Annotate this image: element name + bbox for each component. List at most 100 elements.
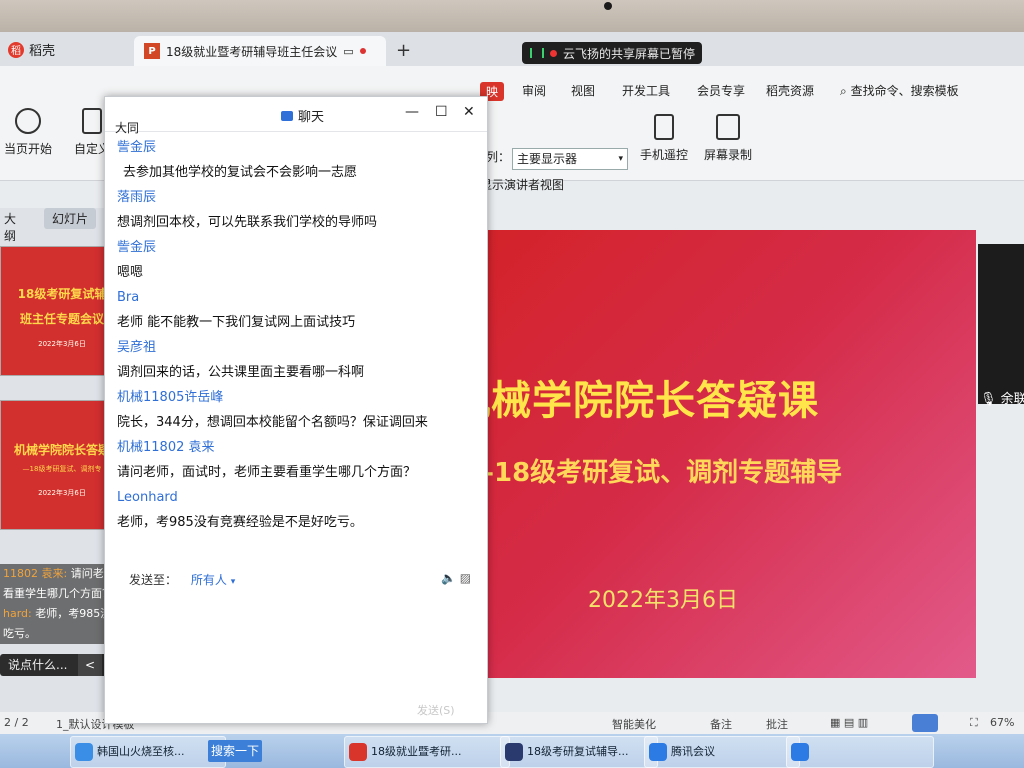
screen-share-status[interactable]: 云飞扬的共享屏幕已暂停 [522, 42, 702, 64]
taskbar: 韩国山火烧至核... 搜索一下 18级就业暨考研... 18级考研复试辅导...… [0, 734, 1024, 768]
notes-button[interactable]: 备注 [710, 716, 732, 732]
monitor-label: 列： [486, 150, 511, 164]
message-text: 院长，344分，想调回本校能留个名额吗？保证调回来 [117, 415, 428, 430]
message-text: 去参加其他学校的复试会不会影响一志愿 [123, 165, 358, 180]
play-from-current-button[interactable]: 当页开始 [4, 108, 52, 157]
slide-canvas: 机械学院院长答疑课 —18级考研复试、调剂专题辅导 2022年3月6日 [450, 230, 976, 678]
mobile-remote-button[interactable]: 手机遥控 [640, 114, 688, 163]
chat-message: 落雨辰 想调剂回本校，可以先联系我们学校的导师吗 [117, 189, 477, 233]
sender-name: 机械11805许岳峰 [117, 390, 224, 405]
recipient-select[interactable]: 所有人 ▾ [191, 573, 235, 587]
taskbar-browser[interactable]: 韩国山火烧至核... [70, 736, 226, 768]
page-indicator: 2 / 2 [4, 716, 29, 729]
tencent-meeting-icon [649, 743, 667, 761]
tab-slides[interactable]: 幻灯片 [44, 208, 97, 229]
tab-document-label: 18级就业暨考研辅导班主任会议 [166, 44, 338, 59]
send-to-row: 发送至： 所有人 ▾ [129, 571, 235, 588]
chat-tools: 🔈 ▨ [441, 571, 471, 585]
smart-beautify-button[interactable]: 智能美化 [612, 716, 656, 732]
taskbar-wps[interactable]: 18级就业暨考研... [344, 736, 510, 768]
play-circle-icon [15, 108, 41, 134]
presenter-view-checkbox[interactable]: 显示演讲者视图 [480, 176, 564, 193]
sender-name: 訾金辰 [117, 140, 157, 155]
taskbar-meeting-2[interactable] [786, 736, 934, 768]
minimize-button[interactable]: — [405, 104, 419, 120]
message-text: 请问老师，面试时，老师主要看重学生哪几个方面？ [117, 465, 417, 480]
normal-view-icon[interactable]: ▦ ▤ ▥ [830, 716, 868, 729]
menu-developer[interactable]: 开发工具 [622, 82, 670, 99]
chat-message: Leonhard 老师，考985没有竞赛经验是不是好吃亏。 [117, 489, 477, 533]
menu-review[interactable]: 审阅 [522, 82, 546, 99]
play-from-current-label: 当页开始 [4, 142, 53, 156]
tab-outline[interactable]: 大纲 [4, 210, 16, 244]
command-search-label: 查找命令、搜索模板 [850, 84, 959, 98]
graduation-cap-icon [505, 743, 523, 761]
presentation-file-icon: P [144, 43, 160, 59]
sender-name: 落雨辰 [117, 190, 157, 205]
app-logo[interactable]: 稻 稻壳 [8, 40, 55, 59]
fit-icon[interactable]: ⛶ [970, 716, 978, 730]
message-text: 嗯嗯 [117, 265, 144, 280]
taskbar-search-button[interactable]: 搜索一下 [208, 740, 262, 762]
sender-name: Bra [117, 290, 140, 305]
screen-record-icon [716, 114, 740, 140]
presenter-view-label: 显示演讲者视图 [480, 178, 565, 192]
chat-message: 吴彦祖 调剂回来的话，公共课里面主要看哪一科啊 [117, 339, 477, 383]
monitor-select-value: 主要显示器 [517, 152, 578, 166]
audio-icon[interactable]: 🔈 [441, 571, 456, 585]
message-text: 老师，考985没有竞赛经验是不是好吃亏。 [117, 515, 363, 530]
image-icon[interactable]: ▨ [460, 571, 471, 585]
chat-message-list: 訾金辰 去参加其他学校的复试会不会影响一志愿 落雨辰 想调剂回本校，可以先联系我… [117, 133, 477, 533]
recording-dot-icon [550, 49, 557, 57]
new-tab-button[interactable]: + [396, 40, 411, 61]
sender-name: 机械11802 袁来 [117, 440, 215, 455]
message-text: 调剂回来的话，公共课里面主要看哪一科啊 [117, 365, 365, 380]
slide-date: 2022年3月6日 [588, 588, 738, 613]
tencent-meeting-icon [791, 743, 809, 761]
speaker-label: 🎙 余联 [980, 388, 1024, 407]
play-slideshow-button[interactable] [912, 714, 938, 732]
webcam [604, 2, 612, 10]
share-status-text: 云飞扬的共享屏幕已暂停 [563, 46, 696, 61]
speaker-name: 余联 [1000, 392, 1024, 407]
sender-name: 訾金辰 [117, 240, 157, 255]
chat-titlebar[interactable]: 大同 聊天 — ☐ ✕ [105, 97, 487, 135]
sender-name: 吴彦祖 [117, 340, 157, 355]
chat-window: 大同 聊天 — ☐ ✕ 訾金辰 去参加其他学校的复试会不会影响一志愿 落雨辰 想… [104, 96, 488, 724]
collapse-comment-button[interactable]: < [78, 654, 102, 676]
message-text: 老师 能不能教一下我们复试网上面试技巧 [117, 315, 356, 330]
search-icon: ⌕ [840, 84, 847, 98]
chat-bubble-icon [281, 110, 293, 121]
tab-bar: 稻 稻壳 P 18级就业暨考研辅导班主任会议 ▭ + 云飞扬的共享屏幕已暂停 [0, 32, 1024, 66]
tab-document[interactable]: P 18级就业暨考研辅导班主任会议 ▭ [134, 36, 386, 66]
mobile-remote-label: 手机遥控 [640, 148, 689, 162]
taskbar-wps-2[interactable]: 18级考研复试辅导... [500, 736, 658, 768]
maximize-button[interactable]: ☐ [435, 104, 448, 120]
sender-name: Leonhard [117, 490, 178, 505]
command-search[interactable]: ⌕ 查找命令、搜索模板 [840, 82, 959, 99]
menu-member[interactable]: 会员专享 [697, 82, 745, 99]
send-to-label: 发送至： [129, 573, 178, 587]
unsaved-dot-icon [359, 48, 366, 54]
screen-record-button[interactable]: 屏幕录制 [704, 114, 752, 163]
menu-docer-resources[interactable]: 稻壳资源 [766, 82, 814, 99]
taskbar-meeting[interactable]: 腾讯会议 [644, 736, 800, 768]
custom-show-icon [82, 108, 102, 134]
menu-view[interactable]: 视图 [571, 82, 595, 99]
chevron-down-icon: ▾ [618, 154, 623, 164]
wps-icon [349, 743, 367, 761]
send-button[interactable]: 发送(S) [417, 702, 455, 718]
zoom-level[interactable]: 67% [990, 716, 1014, 729]
close-button[interactable]: ✕ [463, 104, 475, 120]
monitor-select[interactable]: 主要显示器 ▾ [512, 148, 628, 170]
phone-icon [654, 114, 674, 140]
comments-button[interactable]: 批注 [766, 716, 788, 732]
mic-icon: 🎙 [980, 392, 997, 407]
chat-message: 机械11805许岳峰 院长，344分，想调回本校能留个名额吗？保证调回来 [117, 389, 477, 433]
slide-subtitle: —18级考研复试、调剂专题辅导 [468, 458, 843, 488]
chat-title-text: 聊天 [298, 110, 325, 125]
screen-record-label: 屏幕录制 [704, 148, 753, 162]
video-panel [978, 244, 1024, 404]
chat-message: 訾金辰 嗯嗯 [117, 239, 477, 283]
chat-message: 机械11802 袁来 请问老师，面试时，老师主要看重学生哪几个方面？ [117, 439, 477, 483]
